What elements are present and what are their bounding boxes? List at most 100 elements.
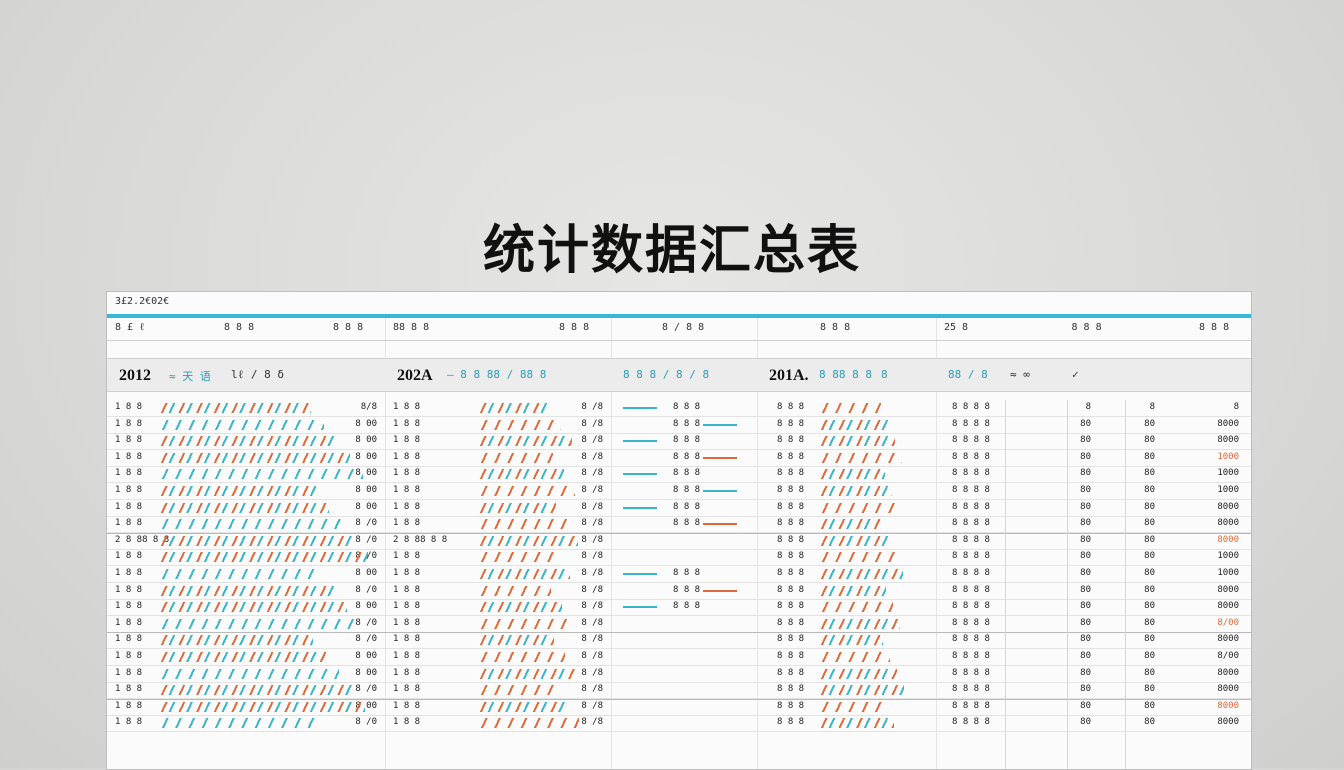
table-row: 8 8 8 (757, 466, 936, 484)
table-row: 1 8 8 8 /8 (385, 666, 611, 683)
table-row: 1 8 8 8 /8 (385, 466, 611, 484)
column-rows: 8 8 8 8 8 8 8 8 8 8 8 8 8 8 8 8 8 8 8 8 8 8 8 8… (611, 400, 757, 769)
row-label: 8 8 8 8 (952, 568, 990, 578)
dash-mark (703, 589, 737, 592)
row-value: 8 /8 (581, 634, 603, 645)
section-divider (936, 532, 1251, 534)
row-label: 1 8 8 (393, 402, 421, 412)
row-value-b: 80 (1144, 435, 1155, 446)
row-value: 8 /0 (355, 518, 377, 529)
subheader-label: 25 8 (944, 322, 969, 333)
row-label: 8 8 8 8 (952, 534, 990, 545)
hatch-bar (480, 519, 567, 530)
section-divider (757, 532, 936, 534)
row-label: 8 8 8 (777, 634, 805, 645)
band-note: 8 (881, 368, 888, 381)
row-label: 8 8 8 8 (952, 451, 990, 462)
row-label: 8 8 8 (777, 485, 805, 495)
table-row: 8 8 8 (757, 699, 936, 716)
section-divider (936, 698, 1251, 700)
row-value: 8 /8 (581, 501, 603, 512)
column-subheader: 88 8 8 8 8 8 (385, 318, 611, 341)
row-value: 8 /0 (355, 684, 377, 695)
row-value: 8 /0 (355, 717, 377, 728)
column-rows: 8 8 8 8 8 8 8 8 8 8 8 8 8 8 8 8 8 8 8 8 8 8 8 8… (757, 400, 936, 769)
section-divider (757, 698, 936, 700)
row-label: 1 8 8 (115, 651, 143, 661)
row-value-b: 80 (1144, 667, 1155, 678)
hatch-bar (161, 502, 329, 513)
row-label: 8 8 8 8 (952, 435, 990, 446)
dash-mark (703, 456, 737, 459)
dash-mark (703, 423, 737, 426)
row-value: 8 /0 (355, 634, 377, 645)
band-note: ≈ ∞ (1010, 368, 1030, 381)
table-row (611, 699, 757, 716)
year-band: 202A — 8 8 88 / 88 8 (385, 358, 611, 392)
column-top-bar (385, 292, 611, 315)
table-row: 1 8 8 8/8 (107, 400, 385, 417)
hatch-bar (480, 635, 554, 646)
table-row: 1 8 8 8 /8 (385, 549, 611, 567)
row-label: 1 8 8 (393, 568, 421, 578)
section-divider (936, 632, 1251, 634)
band-note: ✓ (1072, 368, 1079, 381)
table-row: 8 8 8 (757, 533, 936, 550)
table-row: 8 8 8 8 80 80 8000 (936, 500, 1251, 517)
row-value: 8 /8 (581, 518, 603, 529)
row-value-a: 80 (1080, 634, 1091, 645)
table-row: 8 8 8 8 80 80 8000 (936, 632, 1251, 650)
table-row: 1 8 88 /0 (107, 616, 385, 633)
table-row: 8 8 8 8 80 80 8000 (936, 583, 1251, 600)
row-value-b: 80 (1144, 651, 1155, 661)
table-row: 8 8 8 (757, 682, 936, 700)
row-label: 8 8 8 (673, 485, 701, 495)
table-row: 8 8 8 8 80 80 8000 (936, 516, 1251, 534)
column-subheader: 8 8 8 (757, 318, 936, 341)
hatch-bar (480, 403, 550, 413)
row-label: 8 8 8 (777, 700, 805, 711)
row-value: 8 /8 (581, 717, 603, 728)
row-label: 8 8 8 (777, 418, 805, 429)
row-value-a: 80 (1080, 717, 1091, 728)
table-row: 8 8 8 (757, 599, 936, 617)
row-value-c: 8 (1233, 402, 1239, 412)
column-top-bar: 3£2.2€02€ (107, 292, 385, 315)
dash-mark (623, 506, 657, 509)
row-value-c: 8000 (1217, 584, 1239, 595)
row-label: 8 8 8 8 (952, 551, 990, 562)
row-label: 1 8 8 (115, 451, 143, 462)
section-divider (611, 698, 757, 700)
row-value-b: 80 (1144, 634, 1155, 645)
hatch-bar (161, 685, 352, 696)
table-row: 8 8 8 (611, 583, 757, 600)
row-label: 8 8 8 (673, 501, 701, 512)
column-subheader: 25 8 8 8 8 8 8 8 (936, 318, 1251, 341)
row-label: 1 8 8 (393, 418, 421, 429)
row-value-a: 80 (1080, 700, 1091, 711)
row-value: 8 00 (355, 601, 377, 612)
row-value-a: 80 (1080, 468, 1091, 479)
hatch-bar (161, 419, 324, 430)
row-value-b: 80 (1144, 700, 1155, 711)
row-label: 1 8 8 (393, 551, 421, 562)
row-value-c: 8000 (1217, 518, 1239, 529)
hatch-bar (161, 701, 365, 712)
subheader-label: 8 8 8 (559, 322, 590, 333)
table-row: 1 8 8 8 /8 (385, 500, 611, 517)
band-note: ≈ 天 语 (169, 370, 211, 383)
table-row: 1 8 88 00 (107, 666, 385, 683)
table-row: 8 8 8 (757, 400, 936, 417)
row-value-b: 8 (1149, 402, 1155, 412)
table-row: 1 8 8 8 /8 (385, 699, 611, 716)
table-row: 1 8 8 8 /8 (385, 483, 611, 500)
row-value-a: 80 (1080, 584, 1091, 595)
row-value: 8 /0 (355, 534, 377, 545)
row-value-a: 80 (1080, 418, 1091, 429)
row-value-c: 1000 (1217, 468, 1239, 479)
row-label: 8 8 8 (777, 684, 805, 695)
dash-mark (623, 473, 657, 476)
row-label: 1 8 8 (115, 684, 143, 695)
row-value-c: 1000 (1217, 451, 1239, 462)
table-row: 1 8 88 00 (107, 466, 385, 484)
